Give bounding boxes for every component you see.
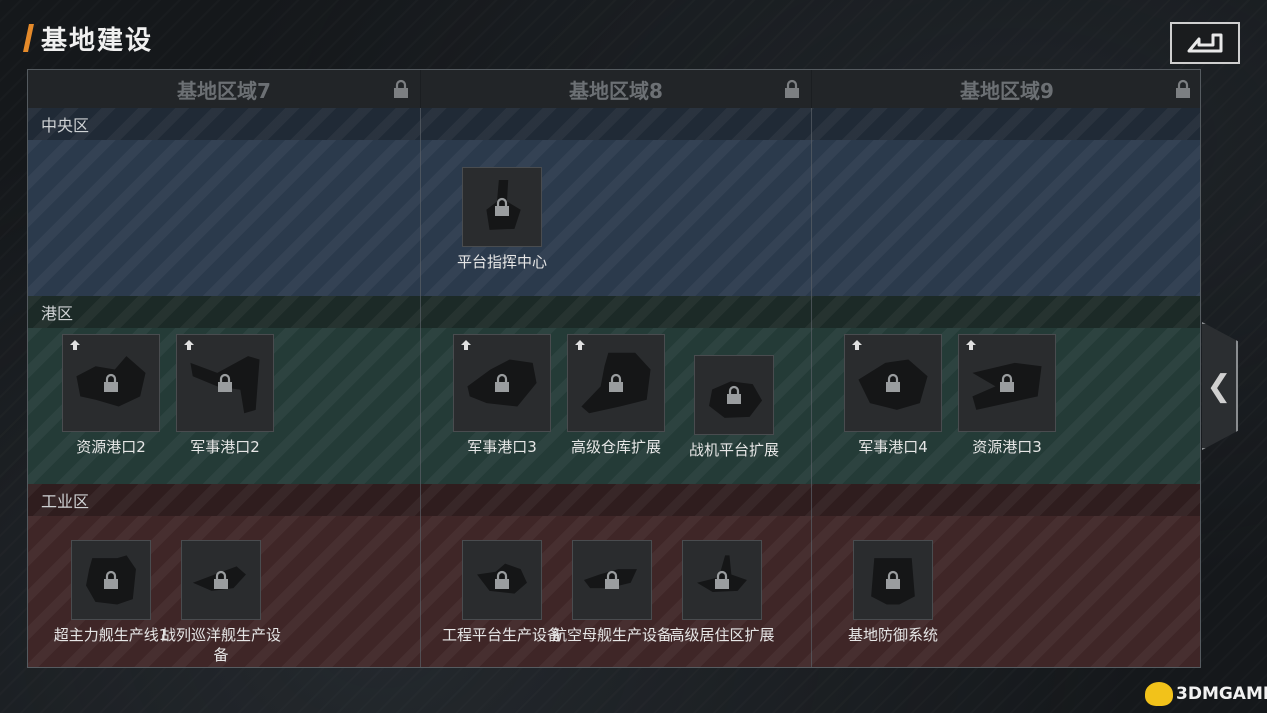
building-label: 军事港口2 [190,438,260,456]
column-title-7: 基地区域7 [177,78,271,103]
building-battlecruiser-production[interactable]: 战列巡洋舰生产设备 [161,540,281,665]
building-engineering-platform-production[interactable]: 工程平台生产设备 [442,540,562,645]
page-title: 基地建设 [41,25,154,56]
building-label: 基地防御系统 [847,626,938,644]
building-label: 战机平台扩展 [688,441,779,459]
lock-icon [214,570,228,589]
building-thumbnail [176,334,274,432]
chevron-left-icon: ❮ [1206,368,1232,404]
lock-icon [104,373,118,392]
building-advanced-warehouse-expansion[interactable]: 高级仓库扩展 [556,334,676,457]
column-header-7: 基地区域7 [28,70,420,108]
column-divider [420,108,421,667]
building-thumbnail [62,334,160,432]
collapse-side-tab[interactable]: ❮ [1202,322,1238,450]
building-resource-port-3[interactable]: 资源港口3 [947,334,1067,457]
building-label: 军事港口4 [858,438,928,456]
building-thumbnail [682,540,762,620]
column-header-9: 基地区域9 [812,70,1200,108]
building-super-capital-ship-line-1[interactable]: 超主力舰生产线1 [51,540,171,645]
lock-icon [495,570,509,589]
zone-industrial-label: 工业区 [28,484,1200,516]
column-divider [811,108,812,667]
building-label: 高级居住区扩展 [669,626,775,644]
watermark-logo-icon [1145,682,1173,706]
building-label: 军事港口3 [467,438,537,456]
building-label: 战列巡洋舰生产设备 [161,626,282,664]
building-fighter-platform-expansion[interactable]: 战机平台扩展 [674,355,794,460]
building-label: 工程平台生产设备 [442,626,563,644]
column-title-9: 基地区域9 [960,78,1054,103]
upgrade-arrow-icon [70,340,80,350]
building-label: 航空母舰生产设备 [552,626,673,644]
lock-icon [104,570,118,589]
lock-icon [495,197,509,216]
lock-icon [886,570,900,589]
building-thumbnail [958,334,1056,432]
upgrade-arrow-icon [852,340,862,350]
watermark-text: 3DMGAME [1176,684,1267,704]
back-button[interactable] [1170,22,1240,64]
building-thumbnail [181,540,261,620]
upgrade-arrow-icon [461,340,471,350]
building-platform-command-center[interactable]: 平台指挥中心 [442,167,562,272]
building-thumbnail [453,334,551,432]
zone-central: 中央区 [28,108,1200,296]
page-title-wrap: 基地建设 [23,20,154,56]
building-thumbnail [572,540,652,620]
title-accent-bar [23,24,34,52]
column-title-8: 基地区域8 [569,78,663,103]
building-thumbnail [844,334,942,432]
building-base-defense-system[interactable]: 基地防御系统 [833,540,953,645]
building-label: 资源港口2 [76,438,146,456]
lock-icon [886,373,900,392]
lock-icon [495,373,509,392]
building-thumbnail [853,540,933,620]
building-military-port-2[interactable]: 军事港口2 [165,334,285,457]
building-label: 高级仓库扩展 [570,438,661,456]
upgrade-arrow-icon [575,340,585,350]
lock-icon [394,79,408,98]
zone-central-label: 中央区 [28,108,1200,140]
building-thumbnail [462,167,542,247]
building-thumbnail [567,334,665,432]
upgrade-arrow-icon [184,340,194,350]
lock-icon [605,570,619,589]
building-military-port-3[interactable]: 军事港口3 [442,334,562,457]
building-thumbnail [462,540,542,620]
building-label: 资源港口3 [972,438,1042,456]
base-grid-panel: 中央区 港区 工业区 基地区域7 基地区域8 基地区域9 平台指挥中心 资源港口… [27,69,1201,668]
lock-icon [715,570,729,589]
zone-harbor-label: 港区 [28,296,1200,328]
upgrade-arrow-icon [966,340,976,350]
building-aircraft-carrier-production[interactable]: 航空母舰生产设备 [552,540,672,645]
watermark: 3DMGAME [1145,682,1267,706]
lock-icon [218,373,232,392]
lock-icon [609,373,623,392]
back-arrow-icon [1187,33,1223,53]
lock-icon [785,79,799,98]
building-label: 超主力舰生产线1 [53,626,169,644]
lock-icon [1176,79,1190,98]
building-thumbnail [71,540,151,620]
column-header-8: 基地区域8 [421,70,811,108]
building-military-port-4[interactable]: 军事港口4 [833,334,953,457]
lock-icon [1000,373,1014,392]
zone-central-body [28,140,1200,296]
lock-icon [727,385,741,404]
building-resource-port-2[interactable]: 资源港口2 [51,334,171,457]
building-thumbnail [694,355,774,435]
building-advanced-residential-expansion[interactable]: 高级居住区扩展 [662,540,782,645]
building-label: 平台指挥中心 [456,253,547,271]
